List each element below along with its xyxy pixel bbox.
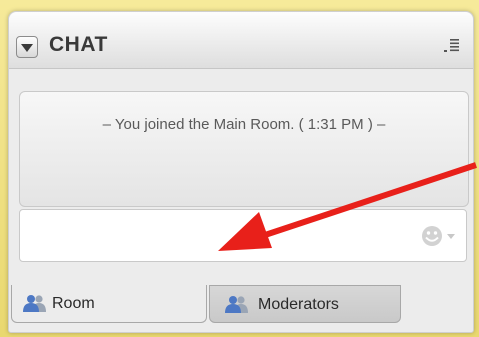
triangle-down-icon bbox=[21, 44, 33, 52]
chat-panel: CHAT – You joined the Main Room. ( 1:31 … bbox=[8, 11, 474, 333]
collapse-button[interactable] bbox=[16, 36, 38, 58]
chat-input-box[interactable] bbox=[19, 209, 467, 262]
system-message: – You joined the Main Room. ( 1:31 PM ) … bbox=[102, 116, 386, 133]
chat-message-area: – You joined the Main Room. ( 1:31 PM ) … bbox=[19, 91, 469, 207]
tab-room-label: Room bbox=[52, 295, 95, 312]
chat-header: CHAT bbox=[9, 12, 473, 69]
users-icon bbox=[23, 295, 46, 312]
users-icon bbox=[225, 296, 248, 313]
tab-room[interactable]: Room bbox=[11, 285, 207, 323]
chat-input[interactable] bbox=[26, 214, 410, 259]
tab-moderators-label: Moderators bbox=[258, 296, 339, 313]
smiley-icon[interactable] bbox=[418, 224, 458, 248]
tab-moderators[interactable]: Moderators bbox=[209, 285, 401, 323]
chat-title: CHAT bbox=[49, 33, 108, 56]
list-menu-icon[interactable] bbox=[444, 38, 460, 54]
tab-bar: Room Moderators bbox=[9, 279, 473, 332]
